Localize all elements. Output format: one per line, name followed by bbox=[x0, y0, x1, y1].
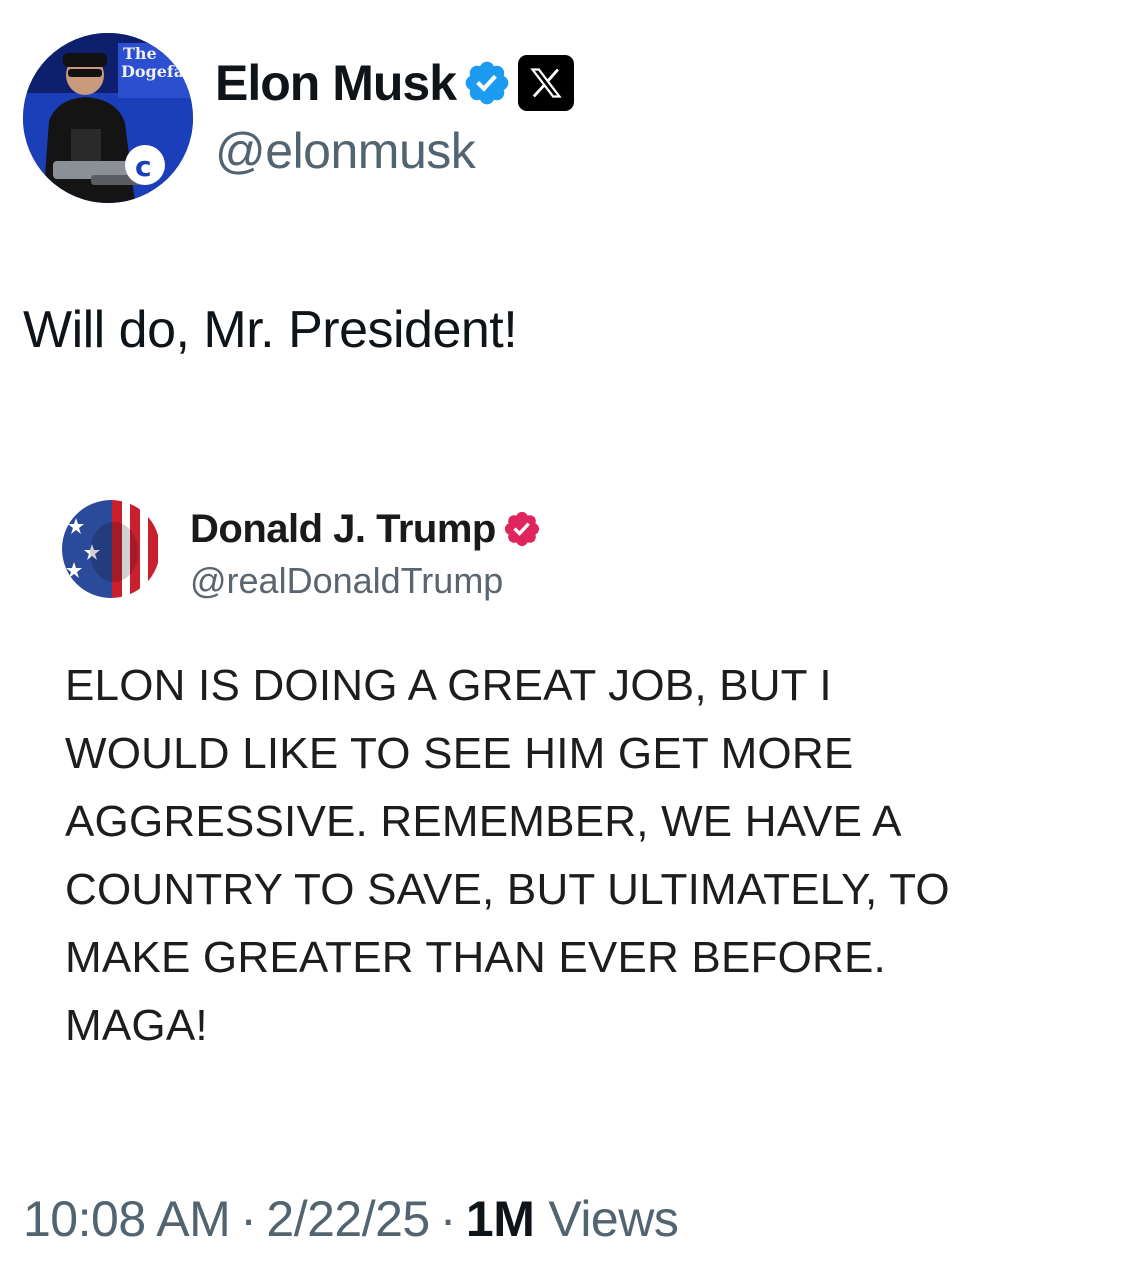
quoted-author-handle: @realDonaldTrump bbox=[190, 560, 504, 601]
quoted-name-row: Donald J. Trump bbox=[190, 504, 542, 554]
tweet-meta: 10:08 AM · 2/22/25 · 1M Views bbox=[23, 1190, 679, 1248]
quoted-post-text: ELON IS DOING A GREAT JOB, BUT I WOULD L… bbox=[65, 652, 1095, 1060]
author-handle[interactable]: @elonmusk bbox=[215, 122, 476, 180]
quoted-author-name: Donald J. Trump bbox=[190, 506, 496, 551]
svg-text:c: c bbox=[135, 150, 152, 183]
quoted-text-line: ELON IS DOING A GREAT JOB, BUT I bbox=[65, 661, 832, 710]
avatar-label-line1: The bbox=[123, 44, 157, 63]
quoted-text-line: AGGRESSIVE. REMEMBER, WE HAVE A bbox=[65, 797, 902, 846]
avatar-label-line2: Dogefa bbox=[121, 62, 184, 81]
meta-separator: · bbox=[240, 1191, 257, 1247]
post-date[interactable]: 2/22/25 bbox=[266, 1191, 430, 1247]
meta-separator: · bbox=[439, 1191, 457, 1247]
quoted-verified-badge-icon bbox=[504, 511, 539, 547]
quoted-text-line: MAGA! bbox=[65, 1001, 208, 1050]
author-name-row: Elon Musk bbox=[215, 50, 575, 116]
post-time[interactable]: 10:08 AM bbox=[23, 1191, 231, 1247]
tweet-text: Will do, Mr. President! bbox=[23, 301, 518, 359]
quoted-text-line: WOULD LIKE TO SEE HIM GET MORE bbox=[65, 729, 854, 778]
verified-badge-icon bbox=[465, 61, 509, 105]
author-name[interactable]: Elon Musk bbox=[215, 54, 457, 112]
quoted-author-avatar bbox=[62, 500, 160, 598]
avatar-image: The Dogefa c bbox=[23, 33, 193, 203]
quoted-text-line: COUNTRY TO SAVE, BUT ULTIMATELY, TO bbox=[65, 865, 950, 914]
views-count: 1M bbox=[465, 1191, 535, 1247]
x-logo-icon bbox=[518, 55, 575, 111]
quoted-avatar-image bbox=[62, 500, 160, 598]
author-avatar[interactable]: The Dogefa c bbox=[23, 33, 193, 203]
quoted-text-line: MAKE GREATER THAN EVER BEFORE. bbox=[65, 933, 886, 982]
views-label: Views bbox=[548, 1191, 679, 1247]
